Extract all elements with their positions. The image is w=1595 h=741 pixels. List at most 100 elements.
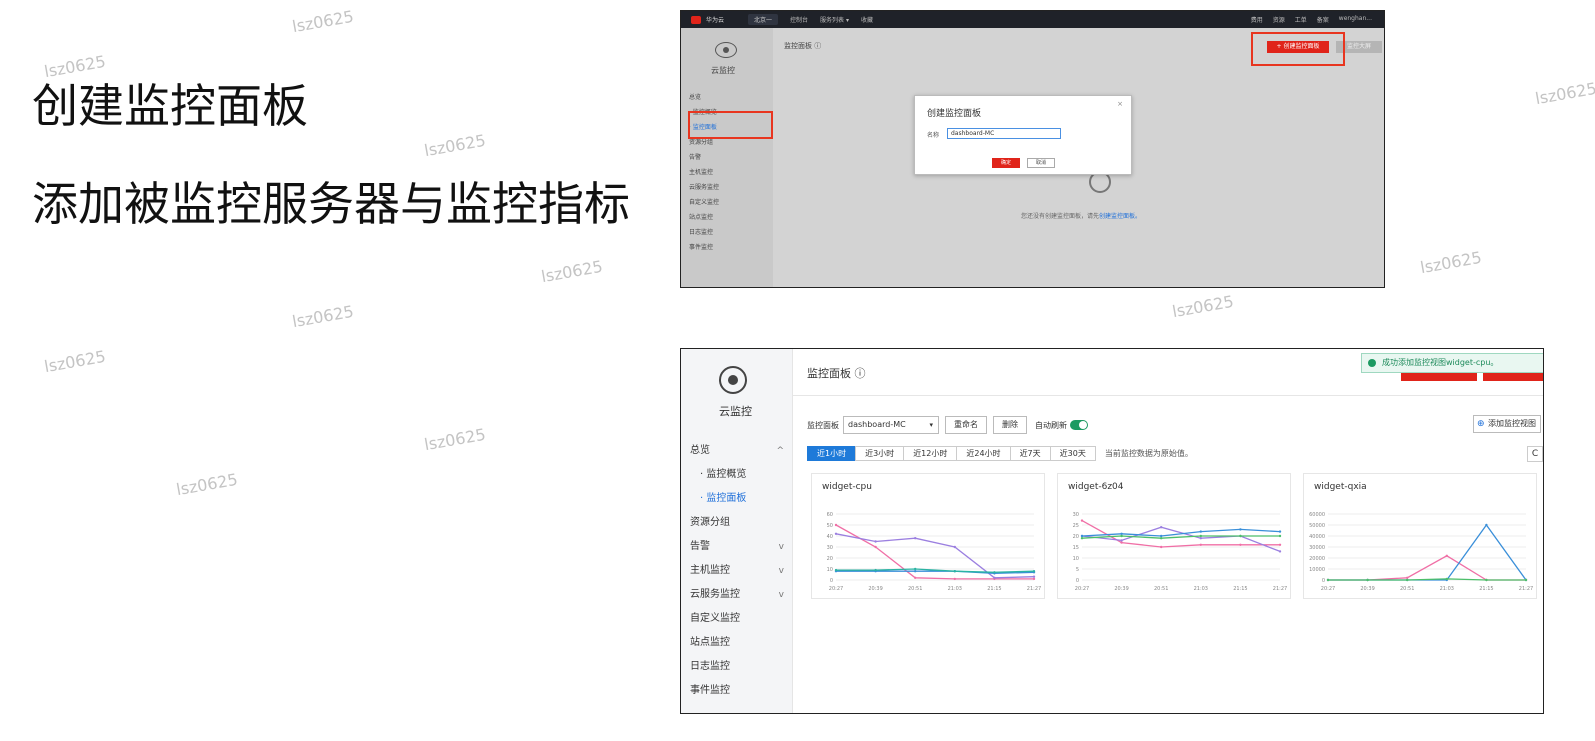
sidebar-item[interactable]: 站点监控 [690, 631, 790, 655]
data-point [1278, 543, 1282, 546]
refresh-icon[interactable]: C [1527, 446, 1543, 462]
data-point [1278, 530, 1282, 533]
x-tick-label: 21:27 [1027, 586, 1041, 592]
y-tick-label: 40000 [1309, 534, 1325, 540]
x-tick-label: 21:03 [948, 586, 962, 592]
data-point [1366, 578, 1369, 582]
data-point [1239, 534, 1242, 538]
data-point [1326, 578, 1330, 582]
region-selector[interactable]: 北京一 [748, 14, 779, 25]
create-dashboard-button[interactable] [1401, 373, 1477, 381]
sidebar-item-cloud-service-monitoring[interactable]: 云服务监控 [689, 180, 719, 195]
sidebar-item[interactable]: 资源分组 [690, 511, 790, 535]
cancel-button[interactable]: 取消 [1027, 158, 1055, 168]
time-tab[interactable]: 近1小时 [807, 446, 857, 461]
auto-refresh-toggle[interactable] [1070, 420, 1088, 430]
sidebar-item[interactable]: 自定义监控 [690, 607, 790, 631]
series-line [1328, 578, 1526, 581]
time-tab[interactable]: 近7天 [1009, 446, 1051, 461]
time-tab[interactable]: 近3小时 [855, 446, 905, 461]
time-tab[interactable]: 近24小时 [956, 446, 1011, 461]
chevron-down-icon: v [778, 566, 784, 576]
sidebar-item-label: · 监控概览 [700, 469, 747, 480]
x-tick-label: 20:39 [1114, 586, 1128, 592]
console-topbar: 华为云 北京一 控制台 服务列表 ▾ 收藏 费用 资源 工单 备案 wengha… [681, 11, 1384, 28]
watermark: lsz0625 [290, 301, 356, 332]
watermark: lsz0625 [290, 6, 356, 37]
x-tick-label: 20:27 [1075, 586, 1089, 592]
success-toast: 成功添加监控视图widget-cpu。 [1361, 353, 1543, 373]
sidebar-item[interactable]: 事件监控 [690, 679, 790, 703]
x-tick-label: 20:51 [908, 586, 922, 592]
close-icon[interactable]: × [1117, 100, 1123, 108]
cloud-eye-icon [715, 42, 737, 58]
data-point [834, 523, 838, 527]
big-screen-button[interactable] [1483, 373, 1543, 381]
data-point [834, 532, 838, 535]
empty-state-text: 您还没有创建监控面板，请先创建监控面板。 [1021, 211, 1141, 220]
y-tick-label: 20000 [1309, 556, 1325, 562]
header-divider [793, 395, 1543, 396]
data-point [1160, 537, 1163, 540]
sidebar-brand: 云监控 [711, 66, 735, 75]
cloud-eye-icon [719, 366, 747, 394]
rename-button[interactable]: 重命名 [945, 416, 987, 434]
sidebar-item[interactable]: · 监控面板 [690, 487, 790, 511]
sidebar-item-label: 自定义监控 [690, 613, 740, 624]
y-tick-label: 60000 [1309, 512, 1325, 518]
x-tick-label: 20:51 [1154, 586, 1168, 592]
time-tab[interactable]: 近30天 [1049, 446, 1096, 461]
topbar-user[interactable]: wenghan... [1339, 15, 1372, 24]
sidebar-item-site-monitoring[interactable]: 站点监控 [689, 210, 719, 225]
topbar-item-services[interactable]: 服务列表 ▾ [820, 15, 849, 24]
delete-button[interactable]: 删除 [993, 416, 1027, 434]
y-tick-label: 10 [827, 567, 833, 573]
y-tick-label: 40 [827, 534, 833, 540]
topbar-item-console[interactable]: 控制台 [790, 15, 808, 24]
console-brand: 华为云 [706, 17, 725, 24]
y-tick-label: 30 [827, 545, 833, 551]
sidebar-item-log-monitoring[interactable]: 日志监控 [689, 225, 719, 240]
widget-title: widget-qxia [1314, 482, 1367, 492]
sidebar-item-label: · 监控面板 [700, 493, 747, 504]
data-point [1120, 539, 1123, 542]
watermark: lsz0625 [1533, 78, 1595, 109]
time-note: 当前监控数据为原始值。 [1104, 449, 1193, 458]
sidebar-item[interactable]: 告警 v [690, 535, 790, 559]
topbar-item-favorites[interactable]: 收藏 [861, 15, 873, 24]
data-point [834, 568, 838, 572]
data-point [1160, 545, 1163, 549]
sidebar-item-event-monitoring[interactable]: 事件监控 [689, 240, 719, 255]
x-tick-label: 21:27 [1273, 586, 1287, 592]
topbar-item-resources[interactable]: 资源 [1273, 15, 1285, 24]
topbar-item-tickets[interactable]: 工单 [1295, 15, 1307, 24]
y-tick-label: 10000 [1309, 567, 1325, 573]
y-tick-label: 0 [1322, 578, 1325, 584]
topbar-item-billing[interactable]: 费用 [1251, 15, 1263, 24]
add-view-button[interactable]: ⊕ 添加监控视图 [1473, 415, 1541, 433]
topbar-item-filing[interactable]: 备案 [1317, 15, 1329, 24]
chevron-up-icon: ^ [776, 446, 784, 456]
data-point [993, 576, 996, 579]
highlight-create-button [1251, 32, 1345, 66]
dashboard-screenshot: 云监控 总览 ^ · 监控概览 · 监控面板 资源分组 告警 v 主机监控 v 云服务监控 v 自定义… [680, 348, 1544, 714]
sidebar-item-label: 日志监控 [690, 661, 730, 672]
dashboard-select[interactable]: dashboard-MC ▾ [843, 416, 939, 434]
sidebar-item-host-monitoring[interactable]: 主机监控 [689, 165, 719, 180]
sidebar-item-overview[interactable]: 总览 [689, 90, 719, 105]
sidebar-item[interactable]: 云服务监控 v [690, 583, 790, 607]
data-point [1278, 534, 1282, 538]
sidebar-item-custom-monitoring[interactable]: 自定义监控 [689, 195, 719, 210]
sidebar-item[interactable]: · 监控概览 [690, 463, 790, 487]
time-tab[interactable]: 近12小时 [903, 446, 958, 461]
name-input[interactable]: dashboard-MC [947, 128, 1061, 139]
create-dashboard-link[interactable]: 创建监控面板。 [1099, 213, 1141, 220]
sidebar-item[interactable]: 总览 ^ [690, 439, 790, 463]
sidebar-item-alarms[interactable]: 告警 [689, 150, 719, 165]
widget-card: widget-6z04 0 5 10 15 20 25 30 20:27 20:39 20:51 2… [1057, 473, 1291, 599]
sidebar-item-label: 总览 [690, 445, 710, 456]
sidebar-item[interactable]: 日志监控 [690, 655, 790, 679]
x-tick-label: 20:27 [1321, 586, 1335, 592]
sidebar-item[interactable]: 主机监控 v [690, 559, 790, 583]
confirm-button[interactable]: 确定 [992, 158, 1020, 168]
